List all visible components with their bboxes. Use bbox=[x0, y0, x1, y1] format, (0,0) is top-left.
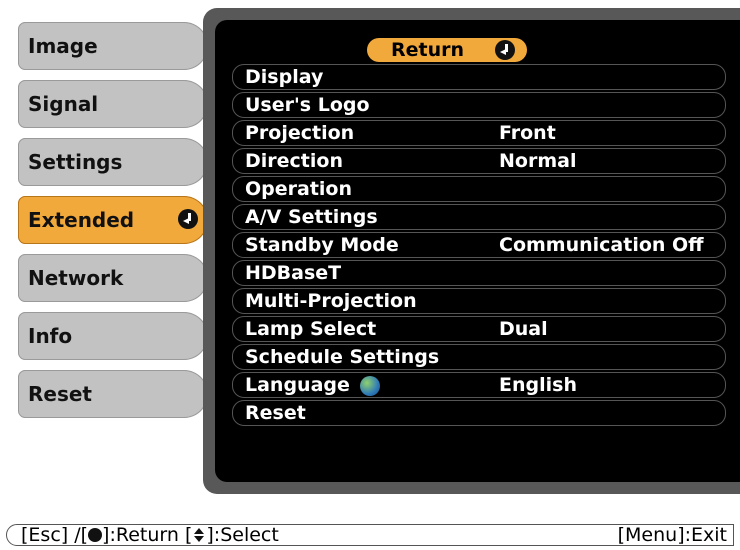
setting-label: Direction bbox=[245, 150, 343, 172]
setting-row-standby-mode[interactable]: Standby Mode Communication Off bbox=[232, 232, 726, 258]
help-footer: [Esc] /[ ]:Return [ ]:Select [Menu]:Exit bbox=[6, 524, 734, 546]
setting-value: Dual bbox=[499, 318, 548, 340]
menu-item-label: Image bbox=[28, 34, 98, 58]
setting-row-display[interactable]: Display bbox=[232, 64, 726, 90]
esc-help: [Esc] /[ bbox=[21, 524, 89, 546]
setting-row-schedule-settings[interactable]: Schedule Settings bbox=[232, 344, 726, 370]
setting-label: Multi-Projection bbox=[245, 290, 417, 312]
setting-row-language[interactable]: Language English bbox=[232, 372, 726, 398]
menu-item-extended[interactable]: Extended bbox=[18, 196, 208, 244]
menu-item-label: Settings bbox=[28, 150, 123, 174]
setting-label: Reset bbox=[245, 402, 306, 424]
select-help: ]:Select bbox=[206, 524, 279, 546]
help-left: [Esc] /[ ]:Return [ ]:Select bbox=[21, 524, 279, 546]
setting-label: Language bbox=[245, 373, 380, 397]
left-menu: Image Signal Settings Extended Network I… bbox=[18, 0, 218, 460]
setting-label: Projection bbox=[245, 122, 355, 144]
menu-item-settings[interactable]: Settings bbox=[18, 138, 208, 186]
setting-row-hdbaset[interactable]: HDBaseT bbox=[232, 260, 726, 286]
menu-item-info[interactable]: Info bbox=[18, 312, 208, 360]
menu-item-reset[interactable]: Reset bbox=[18, 370, 208, 418]
return-help: ]:Return bbox=[102, 524, 179, 546]
setting-row-multi-projection[interactable]: Multi-Projection bbox=[232, 288, 726, 314]
menu-item-image[interactable]: Image bbox=[18, 22, 208, 70]
setting-label: Display bbox=[245, 66, 324, 88]
menu-item-label: Network bbox=[28, 266, 124, 290]
setting-row-projection[interactable]: Projection Front bbox=[232, 120, 726, 146]
up-down-arrow-icon bbox=[192, 527, 206, 542]
enter-icon bbox=[88, 527, 103, 542]
setting-row-operation[interactable]: Operation bbox=[232, 176, 726, 202]
setting-label: Schedule Settings bbox=[245, 346, 440, 368]
setting-row-av-settings[interactable]: A/V Settings bbox=[232, 204, 726, 230]
setting-label: Lamp Select bbox=[245, 318, 377, 340]
enter-icon bbox=[495, 40, 515, 60]
return-label: Return bbox=[391, 39, 465, 61]
language-label: Language bbox=[245, 374, 350, 396]
setting-value: Front bbox=[499, 122, 556, 144]
setting-value: English bbox=[499, 374, 577, 396]
menu-item-network[interactable]: Network bbox=[18, 254, 208, 302]
setting-label: A/V Settings bbox=[245, 206, 378, 228]
setting-value: Normal bbox=[499, 150, 577, 172]
setting-row-direction[interactable]: Direction Normal bbox=[232, 148, 726, 174]
setting-row-reset[interactable]: Reset bbox=[232, 400, 726, 426]
globe-icon bbox=[359, 375, 380, 396]
return-button[interactable]: Return bbox=[367, 38, 527, 62]
setting-row-users-logo[interactable]: User's Logo bbox=[232, 92, 726, 118]
menu-item-label: Signal bbox=[28, 92, 99, 116]
setting-label: Operation bbox=[245, 178, 353, 200]
setting-label: Standby Mode bbox=[245, 234, 399, 256]
exit-help: [Menu]:Exit bbox=[617, 524, 727, 546]
menu-item-label: Reset bbox=[28, 382, 92, 406]
setting-label: User's Logo bbox=[245, 94, 370, 116]
setting-row-lamp-select[interactable]: Lamp Select Dual bbox=[232, 316, 726, 342]
menu-item-label: Info bbox=[28, 324, 73, 348]
setting-value: Communication Off bbox=[499, 234, 704, 256]
setting-label: HDBaseT bbox=[245, 262, 342, 284]
select-prefix: [ bbox=[184, 524, 193, 546]
menu-item-signal[interactable]: Signal bbox=[18, 80, 208, 128]
enter-icon bbox=[178, 209, 198, 229]
menu-item-label: Extended bbox=[28, 208, 135, 232]
